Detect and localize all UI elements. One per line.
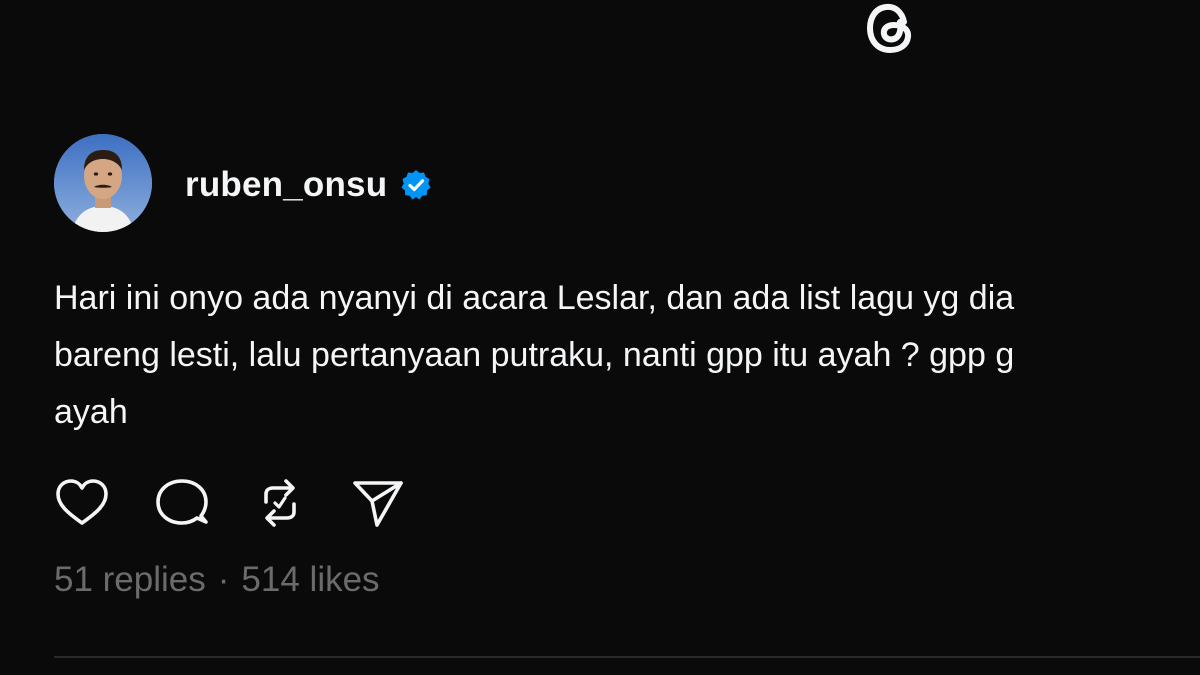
repost-icon[interactable]	[252, 476, 308, 530]
comment-icon[interactable]	[154, 476, 210, 530]
threads-logo-icon[interactable]	[864, 0, 924, 58]
divider	[54, 656, 1200, 658]
threads-post-view: ruben_onsu Hari ini onyo ada nyanyi di a…	[0, 0, 1200, 675]
post-text-line: ayah	[54, 393, 128, 431]
post-text-line: Hari ini onyo ada nyanyi di acara Leslar…	[54, 279, 1015, 317]
likes-count[interactable]: 514 likes	[241, 560, 379, 599]
verified-badge-icon	[399, 168, 433, 202]
avatar[interactable]	[54, 134, 152, 232]
send-icon[interactable]	[350, 476, 406, 530]
username[interactable]: ruben_onsu	[185, 165, 387, 205]
heart-icon[interactable]	[54, 476, 110, 530]
replies-count[interactable]: 51 replies	[54, 560, 206, 599]
author-row[interactable]: ruben_onsu	[185, 160, 433, 210]
post-text-line: bareng lesti, lalu pertanyaan putraku, n…	[54, 336, 1015, 374]
stats-separator: ·	[217, 560, 230, 599]
post-stats: 51 replies · 514 likes	[54, 560, 380, 600]
post-body: Hari ini onyo ada nyanyi di acara Leslar…	[54, 270, 1200, 441]
